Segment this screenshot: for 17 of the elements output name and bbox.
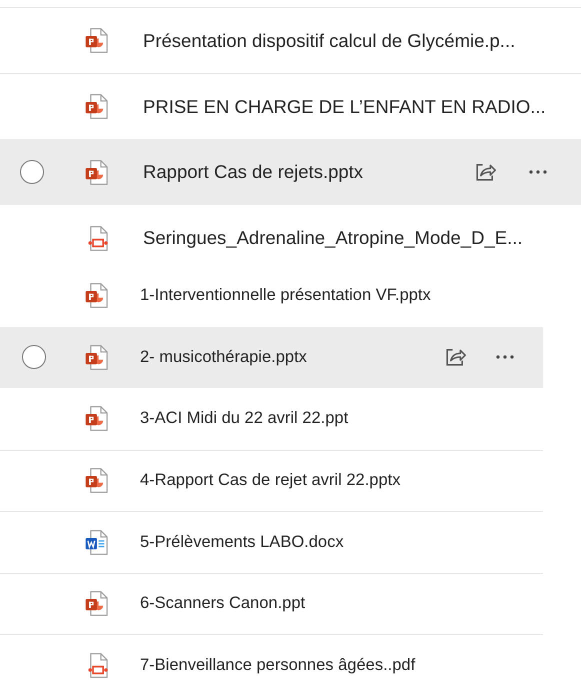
- file-name[interactable]: 4-Rapport Cas de rejet avril 22.pptx: [140, 471, 400, 490]
- file-name[interactable]: Présentation dispositif calcul de Glycémie.p...: [143, 30, 516, 52]
- file-name[interactable]: PRISE EN CHARGE DE L’ENFANT EN RADIO...: [143, 96, 546, 118]
- select-radio[interactable]: [20, 160, 44, 184]
- file-name[interactable]: 3-ACI Midi du 22 avril 22.ppt: [140, 409, 348, 428]
- file-name[interactable]: Rapport Cas de rejets.pptx: [143, 161, 364, 183]
- more-options-icon[interactable]: [528, 169, 548, 175]
- file-name[interactable]: 7-Bienveillance personnes âgées..pdf: [140, 656, 416, 675]
- file-name[interactable]: Seringues_Adrenaline_Atropine_Mode_D_E...: [143, 227, 523, 249]
- file-name[interactable]: 1-Interventionnelle présentation VF.pptx: [140, 286, 431, 306]
- select-radio[interactable]: [22, 345, 46, 370]
- file-row[interactable]: Rapport Cas de rejets.pptx: [0, 139, 581, 205]
- file-row[interactable]: 2- musicothérapie.pptx: [0, 326, 543, 388]
- file-name[interactable]: 5-Prélèvements LABO.docx: [140, 532, 344, 552]
- file-name[interactable]: 2- musicothérapie.pptx: [140, 348, 307, 367]
- file-name[interactable]: 6-Scanners Canon.ppt: [140, 594, 306, 614]
- more-options-icon[interactable]: [495, 354, 515, 360]
